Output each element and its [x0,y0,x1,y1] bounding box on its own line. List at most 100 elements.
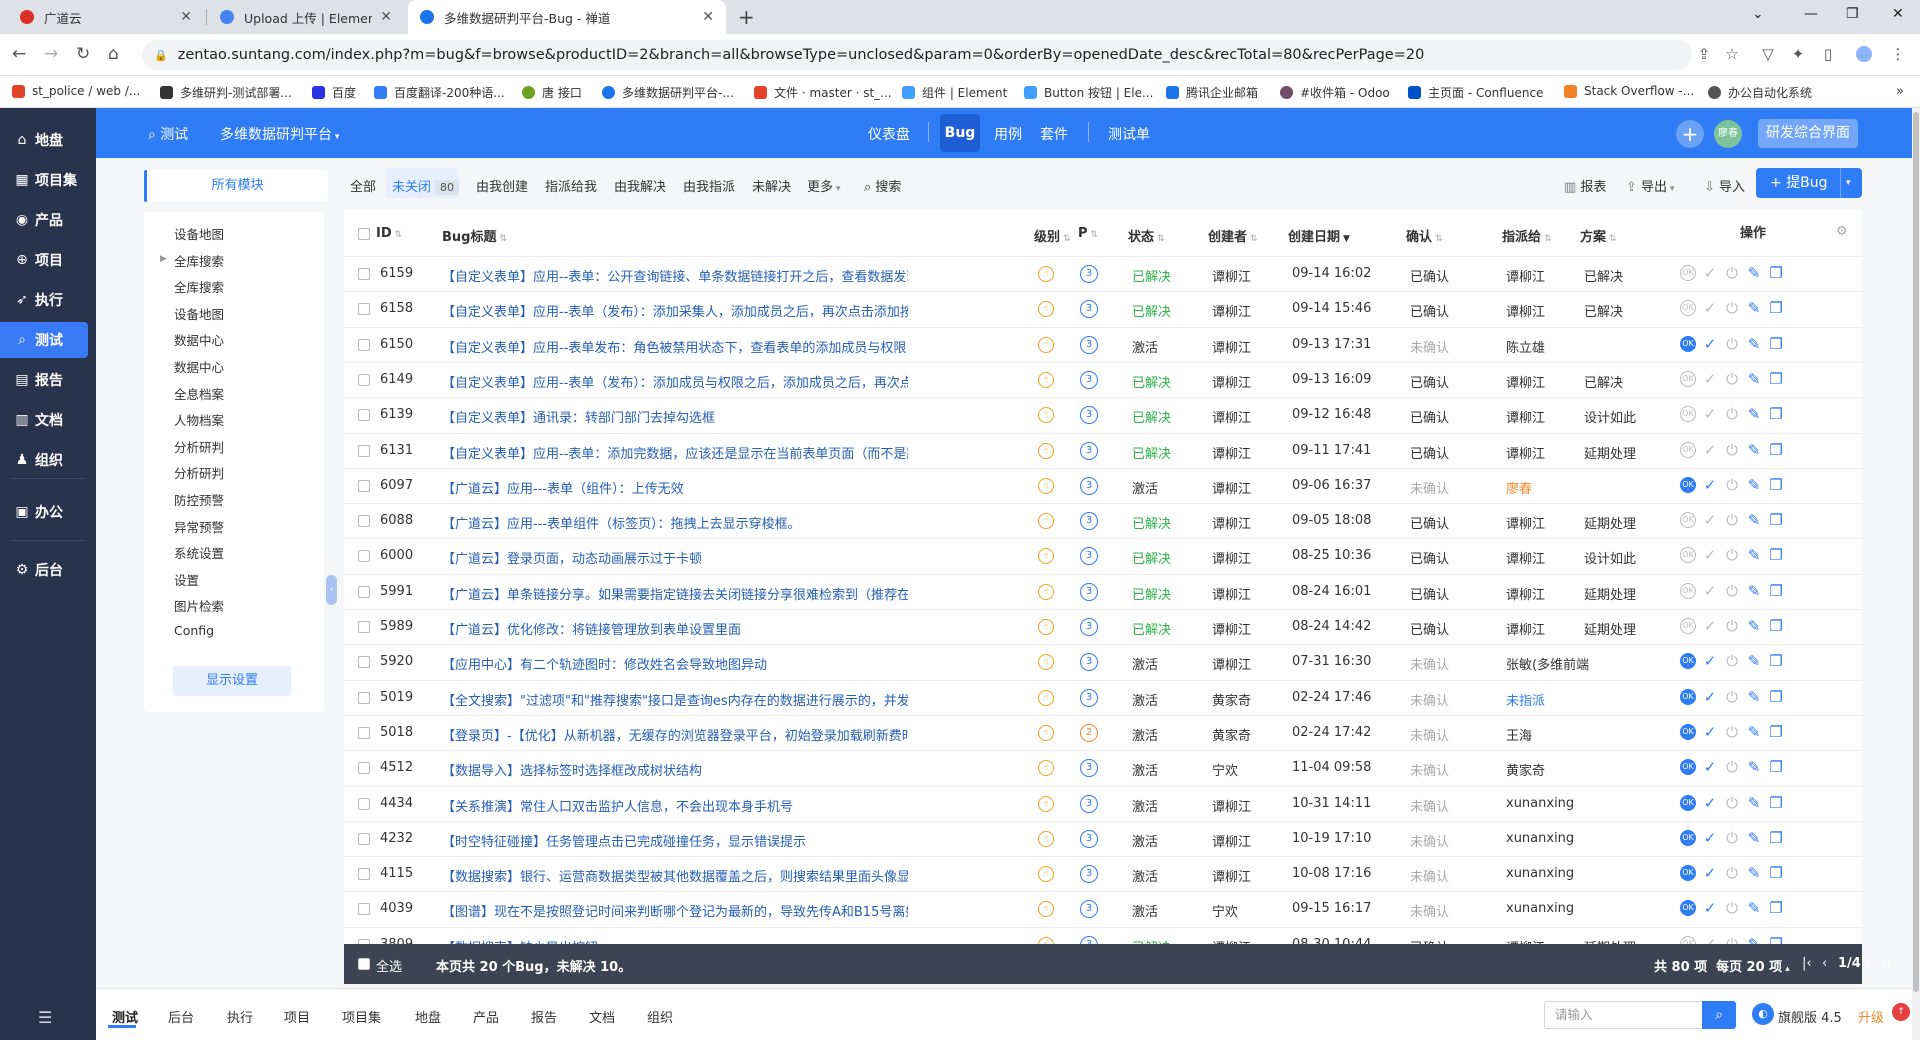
power-close-icon[interactable]: ⏻ [1724,300,1740,316]
table-row[interactable]: 6149 【自定义表单】应用--表单（发布）：添加成员与权限之后，添加成员之后，再… [344,361,1862,397]
power-close-icon[interactable]: ⏻ [1724,512,1740,528]
copy-icon[interactable]: ❐ [1768,653,1784,669]
module-item[interactable]: 设备地图 [174,304,224,323]
edit-icon[interactable]: ✎ [1746,512,1762,528]
bookmark-7[interactable]: 组件 | Element [902,84,1007,101]
sidebar-item-8[interactable]: ♟ 组织 [0,442,96,478]
table-row[interactable]: 6097 【广道云】应用---表单（组件）：上传无效 ☝ 3 激活 谭柳江 09-06 16… [344,467,1862,503]
sidebar-item-7[interactable]: ▥ 文档 [0,402,96,438]
power-close-icon[interactable]: ⏻ [1724,900,1740,916]
bookmark-5[interactable]: 多维数据研判平台-... [602,84,734,101]
col-creator[interactable]: 创建者 ⇅ [1208,226,1258,245]
edit-icon[interactable]: ✎ [1746,371,1762,387]
import-button[interactable]: ⇩ 导入 [1704,176,1745,195]
per-page-select[interactable]: 每页 20 项 ▴ [1716,956,1790,975]
bookmark-11[interactable]: 主页面 - Confluence [1408,84,1543,101]
filter-unclosed[interactable]: 未关闭 80 [392,176,460,195]
row-checkbox[interactable] [358,338,370,351]
bookmark-1[interactable]: 多维研判-测试部署... [160,84,292,101]
row-checkbox[interactable] [358,621,370,633]
bug-title-link[interactable]: 【登录页】-【优化】从新机器，无缓存的浏览器登录平台，初始登录加载刷新费时 [442,725,908,744]
assign-check-icon[interactable]: ✓ [1702,442,1718,458]
row-checkbox[interactable] [358,797,370,810]
menu-toggle-icon[interactable]: ☰ [38,1008,52,1027]
power-close-icon[interactable]: ⏻ [1724,618,1740,634]
bug-title-link[interactable]: 【应用中心】有二个轨迹图时：修改姓名会导致地图异动 [442,654,908,673]
all-modules-title[interactable]: 所有模块 [144,170,328,202]
filter-created-by-me[interactable]: 由我创建 [476,176,528,195]
assignee-name[interactable]: 谭柳江 [1506,513,1545,532]
col-severity[interactable]: 级别 ⇅ [1034,226,1071,245]
assignee-name[interactable]: 谭柳江 [1506,372,1545,391]
extension-v-icon[interactable]: ▽ [1760,46,1776,62]
table-row[interactable]: 4512 【数据导入】选择标签时选择框改成树状结构 ☝ 3 激活 宁欢 11-04 09:5… [344,750,1862,785]
edit-icon[interactable]: ✎ [1746,795,1762,811]
confirm-bug-icon[interactable]: OK [1680,829,1696,846]
bug-title-link[interactable]: 【广道云】登录页面，动态动画展示过于卡顿 [442,548,908,567]
assign-check-icon[interactable]: ✓ [1702,724,1718,740]
assign-check-icon[interactable]: ✓ [1702,759,1718,775]
bug-id[interactable]: 5991 [380,584,413,599]
copy-icon[interactable]: ❐ [1768,406,1784,422]
copy-icon[interactable]: ❐ [1768,795,1784,811]
bookmark-12[interactable]: Stack Overflow -... [1564,84,1694,98]
edit-icon[interactable]: ✎ [1746,900,1762,916]
copy-icon[interactable]: ❐ [1768,300,1784,316]
home-icon[interactable]: ⌂ [108,44,119,64]
assign-check-icon[interactable]: ✓ [1702,583,1718,599]
confirm-bug-icon[interactable]: OK [1680,300,1696,317]
confirm-bug-icon[interactable]: OK [1680,900,1696,917]
assign-check-icon[interactable]: ✓ [1702,300,1718,316]
assign-check-icon[interactable]: ✓ [1702,618,1718,634]
bug-title-link[interactable]: 【广道云】应用---表单组件（标签页）：拖拽上去显示穿梭框。 [442,513,908,532]
power-close-icon[interactable]: ⏻ [1724,371,1740,387]
power-close-icon[interactable]: ⏻ [1724,477,1740,493]
bottom-tab-org[interactable]: 组织 [647,1007,673,1026]
col-priority[interactable]: P ⇅ [1078,226,1098,241]
table-row[interactable]: 5018 【登录页】-【优化】从新机器，无缓存的浏览器登录平台，初始登录加载刷新费… [344,714,1862,750]
bug-title-link[interactable]: 【自定义表单】应用--表单发布：角色被禁用状态下，查看表单的添加成员与权限，发现… [442,337,908,356]
bug-id[interactable]: 6097 [380,478,413,493]
bookmark-6[interactable]: 文件 · master · st_... [754,84,892,101]
expand-arrow-icon[interactable]: ▶ [160,254,167,264]
sidebar-item-office[interactable]: ▣ 办公 [0,494,96,530]
assignee-name[interactable]: 谭柳江 [1506,584,1545,603]
assignee-name[interactable]: 谭柳江 [1506,407,1545,426]
table-row[interactable]: 4115 【数据搜索】银行、运营商数据类型被其他数据覆盖之后，则搜索结果里面头像显… [344,856,1862,891]
confirm-bug-icon[interactable]: OK [1680,618,1696,634]
table-row[interactable]: 4232 【时空特征碰撞】任务管理点击已完成碰撞任务，显示错误提示 ☝ 3 激活 谭柳江 1… [344,820,1862,856]
add-bug-button[interactable]: + 提Bug ▾ [1756,168,1862,198]
new-tab-icon[interactable]: + [738,5,755,29]
bug-id[interactable]: 6159 [380,266,413,281]
more-bookmarks-icon[interactable]: » [1896,84,1904,99]
power-close-icon[interactable]: ⏻ [1724,653,1740,669]
assign-check-icon[interactable]: ✓ [1702,371,1718,387]
global-search-input[interactable]: 请输入 [1544,1001,1702,1029]
edit-icon[interactable]: ✎ [1746,689,1762,705]
assignee-name[interactable]: 陈立雄 [1506,337,1545,356]
bug-title-link[interactable]: 【图谱】现在不是按照登记时间来判断哪个登记为最新的，导致先传A和B15号离婚的数… [442,901,908,920]
quick-add-icon[interactable]: + [1676,120,1704,148]
table-row[interactable]: 5991 【广道云】单条链接分享。如果需要指定链接去关闭链接分享很难检索到（推荐在… [344,573,1862,609]
report-button[interactable]: ▥ 报表 [1564,176,1606,195]
sidebar-item-5[interactable]: ⌕ 测试 [0,322,88,358]
top-link-suites[interactable]: 套件 [1040,124,1068,144]
browser-tab-2-active[interactable]: 多维数据研判平台-Bug - 禅道 ✕ [408,0,726,34]
row-checkbox[interactable] [358,762,370,775]
back-arrow-icon[interactable]: ← [12,44,26,64]
power-close-icon[interactable]: ⏻ [1724,724,1740,740]
assign-check-icon[interactable]: ✓ [1702,512,1718,528]
select-all-checkbox[interactable] [358,958,370,970]
sidebar-item-0[interactable]: ⌂ 地盘 [0,122,96,158]
bug-title-link[interactable]: 【自定义表单】通讯录：转部门部门去掉勾选框 [442,407,908,426]
first-page-icon[interactable]: |‹ [1802,956,1812,971]
bookmark-8[interactable]: Button 按钮 | Ele... [1024,84,1153,101]
col-status[interactable]: 状态 ⇅ [1128,226,1165,245]
module-item[interactable]: 全息档案 [174,384,224,403]
assign-check-icon[interactable]: ✓ [1702,477,1718,493]
assign-check-icon[interactable]: ✓ [1702,795,1718,811]
sidebar-item-backend[interactable]: ⚙ 后台 [0,552,96,588]
close-tab-icon[interactable]: ✕ [180,9,192,25]
confirm-bug-icon[interactable]: OK [1680,476,1696,493]
bookmark-9[interactable]: 腾讯企业邮箱 [1166,84,1258,101]
